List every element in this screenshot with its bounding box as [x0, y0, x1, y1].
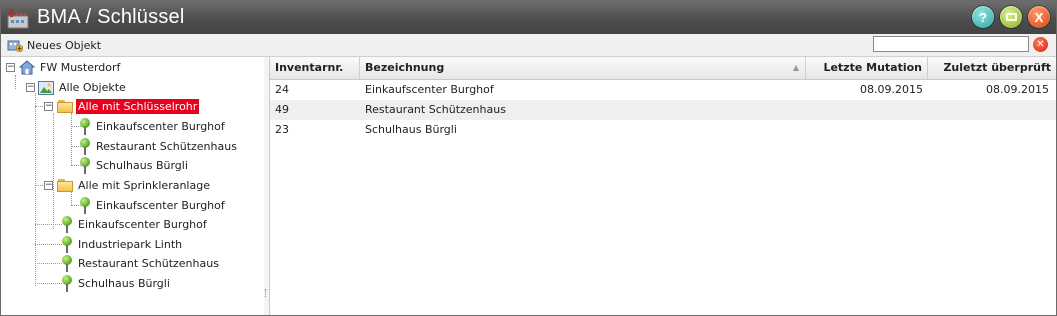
table-row[interactable]: 49 Restaurant Schützenhaus	[270, 100, 1056, 120]
tree-item[interactable]: Schulhaus Bürgli	[79, 156, 190, 175]
search-input[interactable]	[873, 36, 1029, 52]
tree-node-all-objects[interactable]: Alle Objekte	[38, 78, 128, 97]
cell-inventarnr: 49	[275, 103, 289, 116]
new-object-label: Neues Objekt	[27, 38, 102, 52]
pin-icon	[61, 275, 73, 292]
tree-item-label: Schulhaus Bürgli	[96, 159, 188, 172]
window-title: BMA / Schlüssel	[37, 6, 185, 28]
tree-item-label: Einkaufscenter Burghof	[96, 199, 225, 212]
new-object-button[interactable]: Neues Objekt	[7, 38, 102, 53]
new-object-icon	[7, 38, 24, 53]
factory-icon	[7, 7, 29, 29]
app-window: BMA / Schlüssel ? X Neues Objekt ✕ − FW …	[0, 0, 1057, 316]
column-label: Bezeichnung	[365, 61, 445, 74]
folder-open-icon	[57, 179, 73, 192]
clear-search-button[interactable]: ✕	[1033, 37, 1048, 52]
grid-header: Inventarnr. Bezeichnung ▲ Letzte Mutatio…	[270, 57, 1056, 80]
restore-button[interactable]	[1000, 6, 1022, 28]
cell-zuletzt-ueberprueft	[928, 100, 1054, 120]
toolbar: Neues Objekt ✕	[1, 34, 1056, 57]
pin-icon	[79, 157, 91, 174]
tree-item-label: Schulhaus Bürgli	[78, 277, 170, 290]
cell-letzte-mutation	[806, 120, 928, 140]
tree-node-root[interactable]: FW Musterdorf	[18, 58, 122, 77]
tree-node-folder-schluesselrohr[interactable]: Alle mit Schlüsselrohr	[57, 97, 200, 116]
title-bar: BMA / Schlüssel ? X	[1, 1, 1056, 34]
cell-letzte-mutation	[806, 100, 928, 120]
cell-bezeichnung: Schulhaus Bürgli	[365, 123, 457, 136]
tree-label-all-objects: Alle Objekte	[59, 81, 126, 94]
tree-item[interactable]: Restaurant Schützenhaus	[61, 254, 221, 273]
tree-item[interactable]: Einkaufscenter Burghof	[61, 215, 209, 234]
column-header-inventarnr[interactable]: Inventarnr.	[270, 57, 360, 79]
tree-item-label: Einkaufscenter Burghof	[78, 218, 207, 231]
splitter-grip[interactable]	[265, 289, 269, 297]
tree-label-folder1: Alle mit Schlüsselrohr	[76, 99, 200, 114]
window-icon	[1005, 13, 1017, 21]
tree-item-label: Restaurant Schützenhaus	[78, 257, 219, 270]
tree-item[interactable]: Schulhaus Bürgli	[61, 274, 172, 293]
collapse-folder1-toggle[interactable]: −	[44, 102, 53, 111]
pin-icon	[61, 216, 73, 233]
tree-item[interactable]: Industriepark Linth	[61, 235, 184, 254]
collapse-root-toggle[interactable]: −	[6, 63, 15, 72]
folder-open-icon	[57, 100, 73, 113]
column-header-letzte-mutation[interactable]: Letzte Mutation	[806, 57, 928, 79]
tree-node-folder-sprinkleranlage[interactable]: Alle mit Sprinkleranlage	[57, 176, 212, 195]
sort-ascending-icon: ▲	[792, 63, 799, 72]
cell-zuletzt-ueberprueft: 08.09.2015	[986, 83, 1049, 96]
clear-icon: ✕	[1036, 39, 1045, 50]
cell-inventarnr: 24	[275, 83, 289, 96]
close-icon: X	[1034, 9, 1044, 25]
help-icon: ?	[979, 9, 987, 25]
collapse-folder2-toggle[interactable]: −	[44, 181, 53, 190]
collapse-all-objects-toggle[interactable]: −	[26, 83, 35, 92]
column-header-bezeichnung[interactable]: Bezeichnung ▲	[360, 57, 806, 79]
pin-icon	[79, 138, 91, 155]
tree-label-folder2: Alle mit Sprinkleranlage	[78, 179, 210, 192]
tree-item-label: Industriepark Linth	[78, 238, 183, 251]
pin-icon	[79, 197, 91, 214]
pin-icon	[79, 118, 91, 135]
help-button[interactable]: ?	[972, 6, 994, 28]
cell-inventarnr: 23	[275, 123, 289, 136]
tree-item[interactable]: Einkaufscenter Burghof	[79, 196, 227, 215]
tree-item-label: Einkaufscenter Burghof	[96, 120, 225, 133]
pin-icon	[61, 255, 73, 272]
cell-bezeichnung: Einkaufscenter Burghof	[365, 83, 494, 96]
cell-zuletzt-ueberprueft	[928, 120, 1054, 140]
close-button[interactable]: X	[1028, 6, 1050, 28]
image-icon	[38, 80, 54, 95]
tree-item[interactable]: Restaurant Schützenhaus	[79, 137, 239, 156]
cell-bezeichnung: Restaurant Schützenhaus	[365, 103, 506, 116]
pin-icon	[61, 236, 73, 253]
object-tree: − FW Musterdorf − Alle Objekte − Alle mi…	[1, 57, 265, 315]
home-icon	[18, 59, 36, 76]
tree-label-root: FW Musterdorf	[40, 61, 121, 74]
column-header-zuletzt-ueberprueft[interactable]: Zuletzt überprüft	[928, 57, 1056, 79]
table-row[interactable]: 23 Schulhaus Bürgli	[270, 120, 1056, 140]
tree-item[interactable]: Einkaufscenter Burghof	[79, 117, 227, 136]
objects-grid: Inventarnr. Bezeichnung ▲ Letzte Mutatio…	[270, 57, 1056, 315]
tree-item-label: Restaurant Schützenhaus	[96, 140, 237, 153]
table-row[interactable]: 24 Einkaufscenter Burghof 08.09.2015 08.…	[270, 80, 1056, 100]
cell-letzte-mutation: 08.09.2015	[860, 83, 923, 96]
